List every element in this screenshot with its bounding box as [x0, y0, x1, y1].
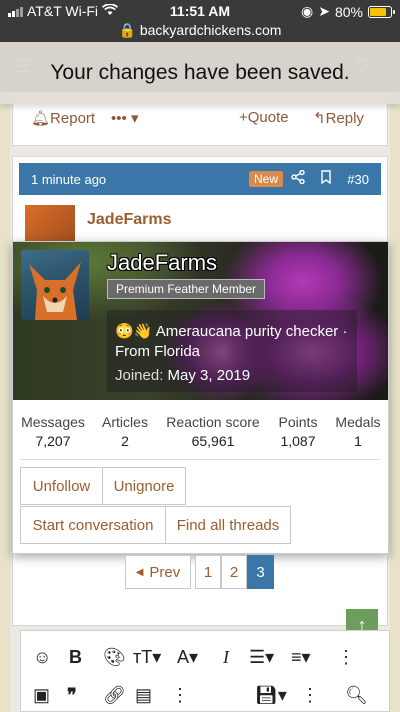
unfollow-button[interactable]: Unfollow: [20, 467, 103, 505]
stat-reaction-score[interactable]: Reaction score 65,961: [165, 414, 261, 449]
stat-messages[interactable]: Messages 7,207: [21, 414, 85, 449]
align-icon[interactable]: ≡▾: [291, 647, 311, 668]
page-2-button[interactable]: 2: [221, 555, 247, 589]
stat-value: 1,087: [280, 433, 316, 449]
quote-button[interactable]: +Quote: [239, 109, 289, 126]
quote-label: Quote: [247, 109, 289, 126]
report-button[interactable]: 🔔︎Report: [31, 109, 95, 127]
profile-banner: JadeFarms Premium Feather Member 😳👋 Amer…: [13, 242, 388, 400]
battery-percent: 80%: [334, 3, 363, 20]
more-label: •••: [111, 110, 127, 127]
status-bar: AT&T Wi-Fi 11:51 AM ◉ ➤ 80%: [0, 0, 400, 22]
find-all-threads-button[interactable]: Find all threads: [165, 506, 291, 544]
list-icon[interactable]: ☰▾: [249, 647, 274, 668]
url-bar[interactable]: 🔒 backyardchickens.com: [0, 22, 400, 42]
battery-icon: [368, 5, 395, 18]
bold-icon[interactable]: B: [69, 647, 82, 668]
post-header: 1 minute ago New #30: [19, 163, 381, 195]
save-draft-icon[interactable]: 💾︎▾: [255, 685, 287, 706]
member-stats: Messages 7,207 Articles 2 Reaction score 65…: [13, 410, 388, 460]
new-badge: New: [249, 171, 284, 187]
image-icon[interactable]: ▣: [33, 685, 50, 706]
preview-icon[interactable]: 🔍︎: [345, 685, 368, 706]
stat-label: Articles: [102, 414, 148, 430]
report-icon: 🔔︎: [31, 110, 51, 127]
italic-icon[interactable]: I: [223, 647, 229, 668]
media-icon[interactable]: ▤: [135, 685, 152, 706]
stat-value: 2: [121, 433, 129, 449]
post-number[interactable]: #30: [347, 172, 369, 187]
more-icon[interactable]: ⋮: [171, 685, 189, 706]
reply-icon: ↰: [313, 110, 326, 127]
joined-label: Joined:: [115, 367, 164, 384]
reply-label: Reply: [325, 110, 364, 127]
stat-label: Reaction score: [166, 414, 260, 430]
stat-points[interactable]: Points 1,087: [275, 414, 321, 449]
stat-label: Messages: [21, 414, 85, 430]
rotation-lock-icon: ◉: [301, 3, 314, 19]
previous-post-actions: 🔔︎Report ••• ▾ +Quote ↰Reply: [12, 104, 388, 146]
stat-label: Points: [278, 414, 318, 430]
bio-emoji: 😳👋: [115, 323, 153, 340]
lock-icon: 🔒: [118, 22, 136, 38]
bookmark-icon[interactable]: [320, 170, 332, 187]
link-icon[interactable]: 🔗︎: [103, 685, 126, 706]
more-icon[interactable]: ⋮: [301, 685, 319, 706]
smiley-icon[interactable]: ☺: [33, 647, 51, 668]
url-text: backyardchickens.com: [139, 22, 282, 38]
toast-message: Your changes have been saved.: [50, 61, 350, 84]
stat-value: 1: [354, 433, 362, 449]
quote-icon[interactable]: ❞: [67, 685, 77, 706]
unignore-button[interactable]: Unignore: [102, 467, 186, 505]
right-rail: [390, 92, 400, 712]
divider: [21, 459, 380, 460]
chevron-down-icon: ▾: [130, 110, 139, 127]
bio-line: 😳👋 Ameraucana purity checker ·: [115, 322, 347, 340]
post-avatar[interactable]: [25, 205, 75, 245]
saved-toast: Your changes have been saved.: [0, 42, 400, 104]
more-actions-button[interactable]: ••• ▾: [111, 109, 138, 127]
stat-medals[interactable]: Medals 1: [333, 414, 383, 449]
start-conversation-button[interactable]: Start conversation: [20, 506, 166, 544]
member-tooltip: JadeFarms Premium Feather Member 😳👋 Amer…: [12, 241, 389, 554]
stat-value: 7,207: [35, 433, 71, 449]
joined-date: May 3, 2019: [167, 367, 251, 384]
chevron-left-icon: ◀: [135, 566, 144, 578]
avatar[interactable]: [21, 250, 89, 320]
stat-value: 65,961: [191, 433, 235, 449]
text-size-icon[interactable]: тT▾: [133, 647, 161, 668]
member-bio: 😳👋 Ameraucana purity checker · From Flor…: [107, 310, 357, 392]
page-3-button[interactable]: 3: [247, 555, 274, 589]
post-time[interactable]: 1 minute ago: [31, 172, 106, 187]
member-location: From Florida: [115, 343, 201, 360]
bio-text: Ameraucana purity checker ·: [155, 323, 348, 340]
joined-line: Joined: May 3, 2019: [115, 367, 250, 384]
stat-label: Medals: [335, 414, 381, 430]
prev-page-button[interactable]: ◀ Prev: [125, 555, 191, 589]
left-rail: [0, 92, 10, 712]
member-name[interactable]: JadeFarms: [107, 250, 217, 276]
status-right: ◉ ➤ 80%: [301, 3, 395, 20]
post-username[interactable]: JadeFarms: [87, 211, 172, 229]
editor-toolbar: ☺ B 🎨︎ тT▾ A▾ I ☰▾ ≡▾ ⋮ ▣ ❞ 🔗︎ ▤ ⋮ 💾︎▾ ⋮…: [20, 630, 390, 712]
palette-icon[interactable]: 🎨︎: [103, 647, 126, 668]
plus-icon: +: [239, 109, 248, 126]
share-icon[interactable]: [291, 169, 305, 187]
more-icon[interactable]: ⋮: [337, 647, 355, 668]
prev-label: Prev: [149, 563, 181, 581]
report-label: Report: [50, 110, 96, 127]
font-icon[interactable]: A▾: [177, 647, 198, 668]
page-1-button[interactable]: 1: [195, 555, 221, 589]
location-icon: ➤: [318, 3, 330, 19]
stat-articles[interactable]: Articles 2: [99, 414, 151, 449]
user-title: Premium Feather Member: [107, 279, 266, 299]
reply-button[interactable]: ↰Reply: [313, 109, 364, 127]
